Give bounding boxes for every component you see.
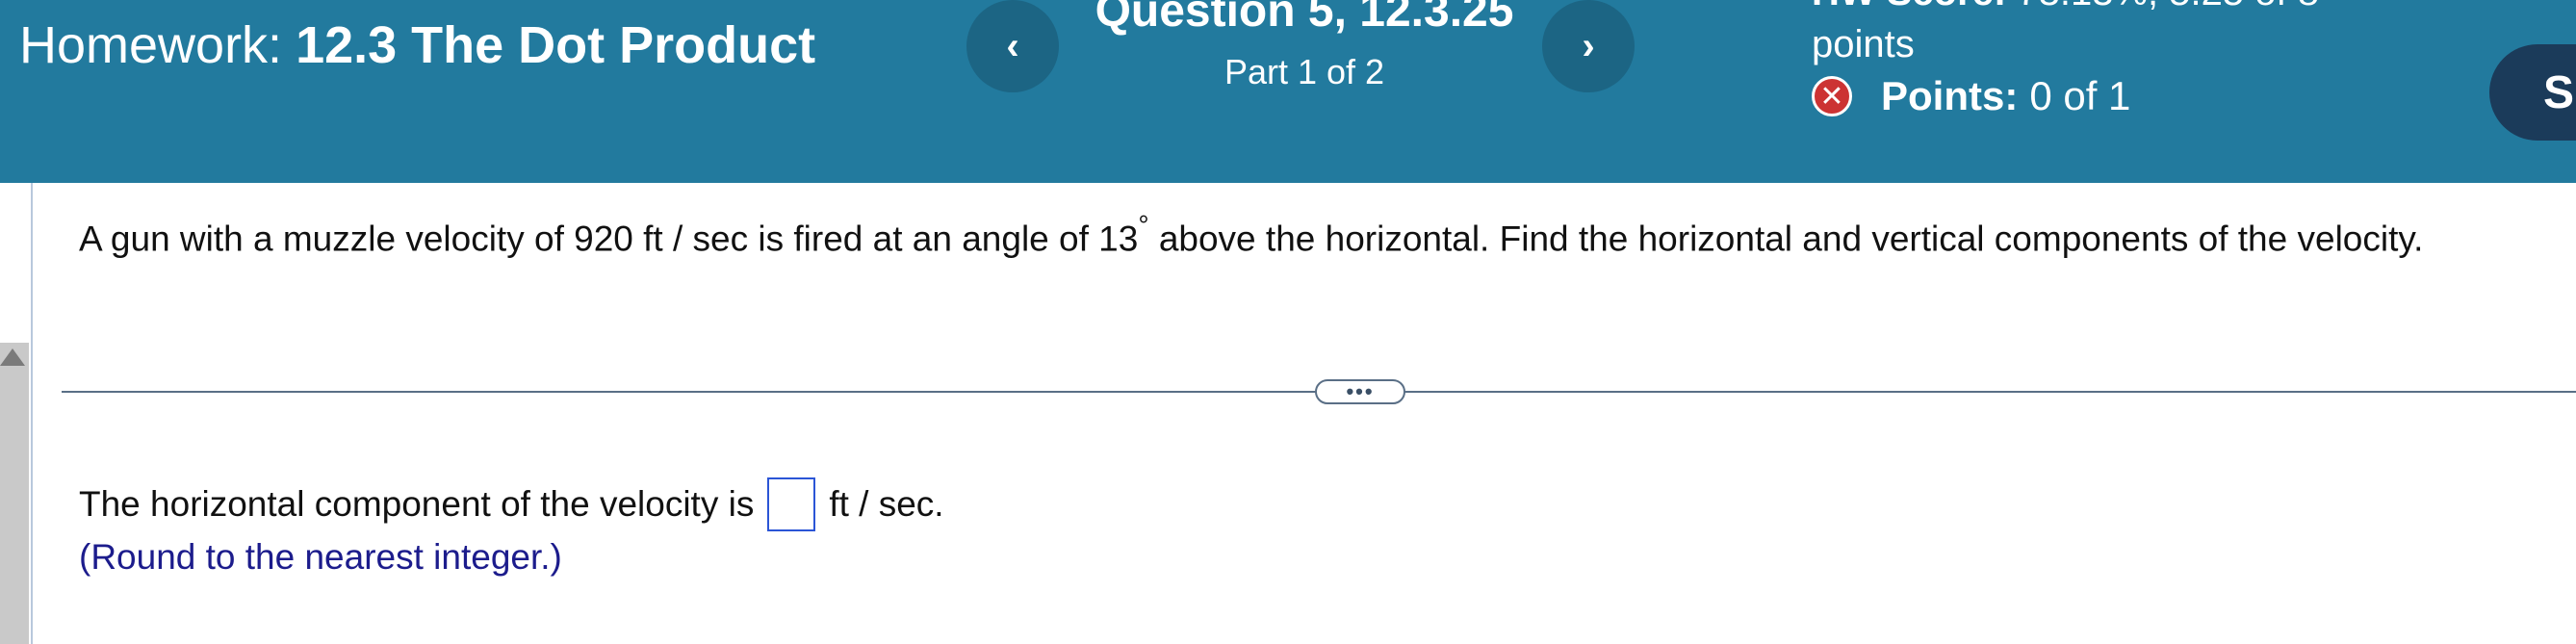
hw-score-label: HW Score: [1812, 0, 2006, 13]
content-left-border [31, 183, 33, 644]
hw-score-unit: points [1812, 23, 1915, 65]
answer-unit: ft / sec. [829, 484, 944, 524]
save-button[interactable]: S [2489, 44, 2576, 141]
x-circle-icon: ✕ [1812, 76, 1852, 116]
chevron-left-icon: ‹ [1006, 24, 1019, 67]
scroll-up-arrow-icon[interactable] [0, 348, 25, 366]
question-text-after: above the horizontal. Find the horizonta… [1148, 219, 2424, 259]
answer-prefix: The horizontal component of the velocity… [79, 484, 755, 524]
homework-prefix: Homework: [19, 16, 283, 74]
next-question-button[interactable]: › [1542, 0, 1635, 92]
expand-solution-button[interactable]: ••• [1315, 379, 1405, 404]
rounding-hint: (Round to the nearest integer.) [79, 537, 562, 577]
homework-title: Homework: 12.3 The Dot Product [19, 15, 815, 75]
homework-name: 12.3 The Dot Product [296, 16, 816, 74]
chevron-right-icon: › [1582, 24, 1595, 67]
question-text-before: A gun with a muzzle velocity of 920 ft /… [79, 219, 1139, 259]
horizontal-component-input[interactable] [767, 477, 816, 531]
degree-symbol: ° [1138, 210, 1149, 240]
hw-score-value: 73.13%, 5.25 of 8 [2017, 0, 2319, 13]
previous-question-button[interactable]: ‹ [966, 0, 1059, 92]
save-button-label: S [2543, 66, 2575, 118]
top-header: Homework: 12.3 The Dot Product ‹ Question… [0, 0, 2576, 183]
points-label: Points: [1881, 73, 2019, 118]
question-text: A gun with a muzzle velocity of 920 ft /… [79, 210, 2424, 259]
ellipsis-icon: ••• [1346, 379, 1375, 403]
hw-score: HW Score: 73.13%, 5.25 of 8 [1812, 0, 2319, 14]
question-title: Question 5, 12.3.25 [1095, 0, 1514, 37]
points-value: 0 of 1 [2029, 73, 2131, 118]
scrollbar[interactable] [0, 343, 29, 644]
question-points: ✕ Points: 0 of 1 [1812, 73, 2130, 119]
answer-line: The horizontal component of the velocity… [79, 477, 944, 531]
question-part: Part 1 of 2 [1224, 52, 1385, 91]
